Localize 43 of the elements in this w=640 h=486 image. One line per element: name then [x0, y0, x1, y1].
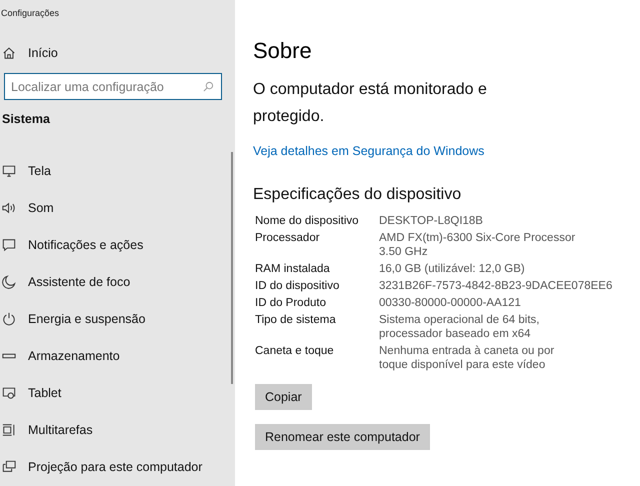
scrollbar[interactable] [231, 152, 233, 384]
section-heading: Especificações do dispositivo [253, 186, 462, 204]
section-heading: Sistema [2, 112, 51, 126]
window-title: Configurações [0, 7, 60, 18]
nav-item[interactable]: Som [0, 189, 54, 226]
search-icon [203, 81, 214, 92]
nav-item[interactable]: Tablet [0, 374, 62, 411]
search-field[interactable]: Localizar uma configuração [4, 73, 222, 100]
chat-icon [2, 238, 16, 252]
monitor-icon [2, 164, 16, 178]
page-title: Sobre [253, 38, 313, 64]
spec-value: Sistema operacional de 64 bits, processador baseado em x64 [379, 313, 540, 341]
security-link[interactable]: Veja detalhes em Segurança do Windows [253, 144, 484, 158]
spec-label: Nome do dispositivo [255, 214, 360, 228]
spec-label: ID do Produto [255, 296, 327, 310]
spec-label: ID do dispositivo [255, 279, 340, 293]
nav-item[interactable]: Projeção para este computador [0, 448, 202, 485]
spec-label: Caneta e toque [255, 344, 335, 359]
spec-label: RAM instalada [255, 262, 331, 276]
spec-value: DESKTOP-L8QI18B [379, 214, 483, 228]
home-nav-item[interactable]: Início [0, 37, 58, 69]
action-button[interactable]: Copiar [255, 384, 312, 410]
speaker-icon [2, 200, 16, 214]
nav-item[interactable]: Assistente de foco [0, 263, 130, 300]
moon-icon [2, 274, 16, 288]
spec-value: 16,0 GB (utilizável: 12,0 GB) [379, 262, 525, 276]
spec-label: Processador [255, 231, 321, 246]
power-icon [2, 312, 16, 326]
multitask-icon [2, 422, 16, 436]
spec-value: 00330-80000-00000-AA121 [379, 296, 521, 310]
spec-label: Tipo de sistema [255, 313, 337, 328]
nav-item[interactable]: Tela [0, 152, 51, 189]
project-icon [2, 460, 16, 474]
spec-value: 3231B26F-7573-4842-8B23-9DACEE078EE6 [379, 279, 612, 293]
nav-item[interactable]: Multitarefas [0, 411, 93, 448]
nav-item[interactable]: Notificações e ações [0, 226, 144, 263]
home-icon [2, 46, 16, 60]
action-button[interactable]: Renomear este computador [255, 424, 430, 450]
spec-value: AMD FX(tm)-6300 Six-Core Processor 3.50 GHz [379, 231, 576, 259]
status-message: O computador está monitorado e protegido. [253, 80, 488, 127]
spec-value: Nenhuma entrada à caneta ou por toque disponível para este vídeo [379, 344, 556, 372]
nav-item[interactable]: Energia e suspensão [0, 300, 146, 337]
nav-item[interactable]: Armazenamento [0, 337, 120, 374]
